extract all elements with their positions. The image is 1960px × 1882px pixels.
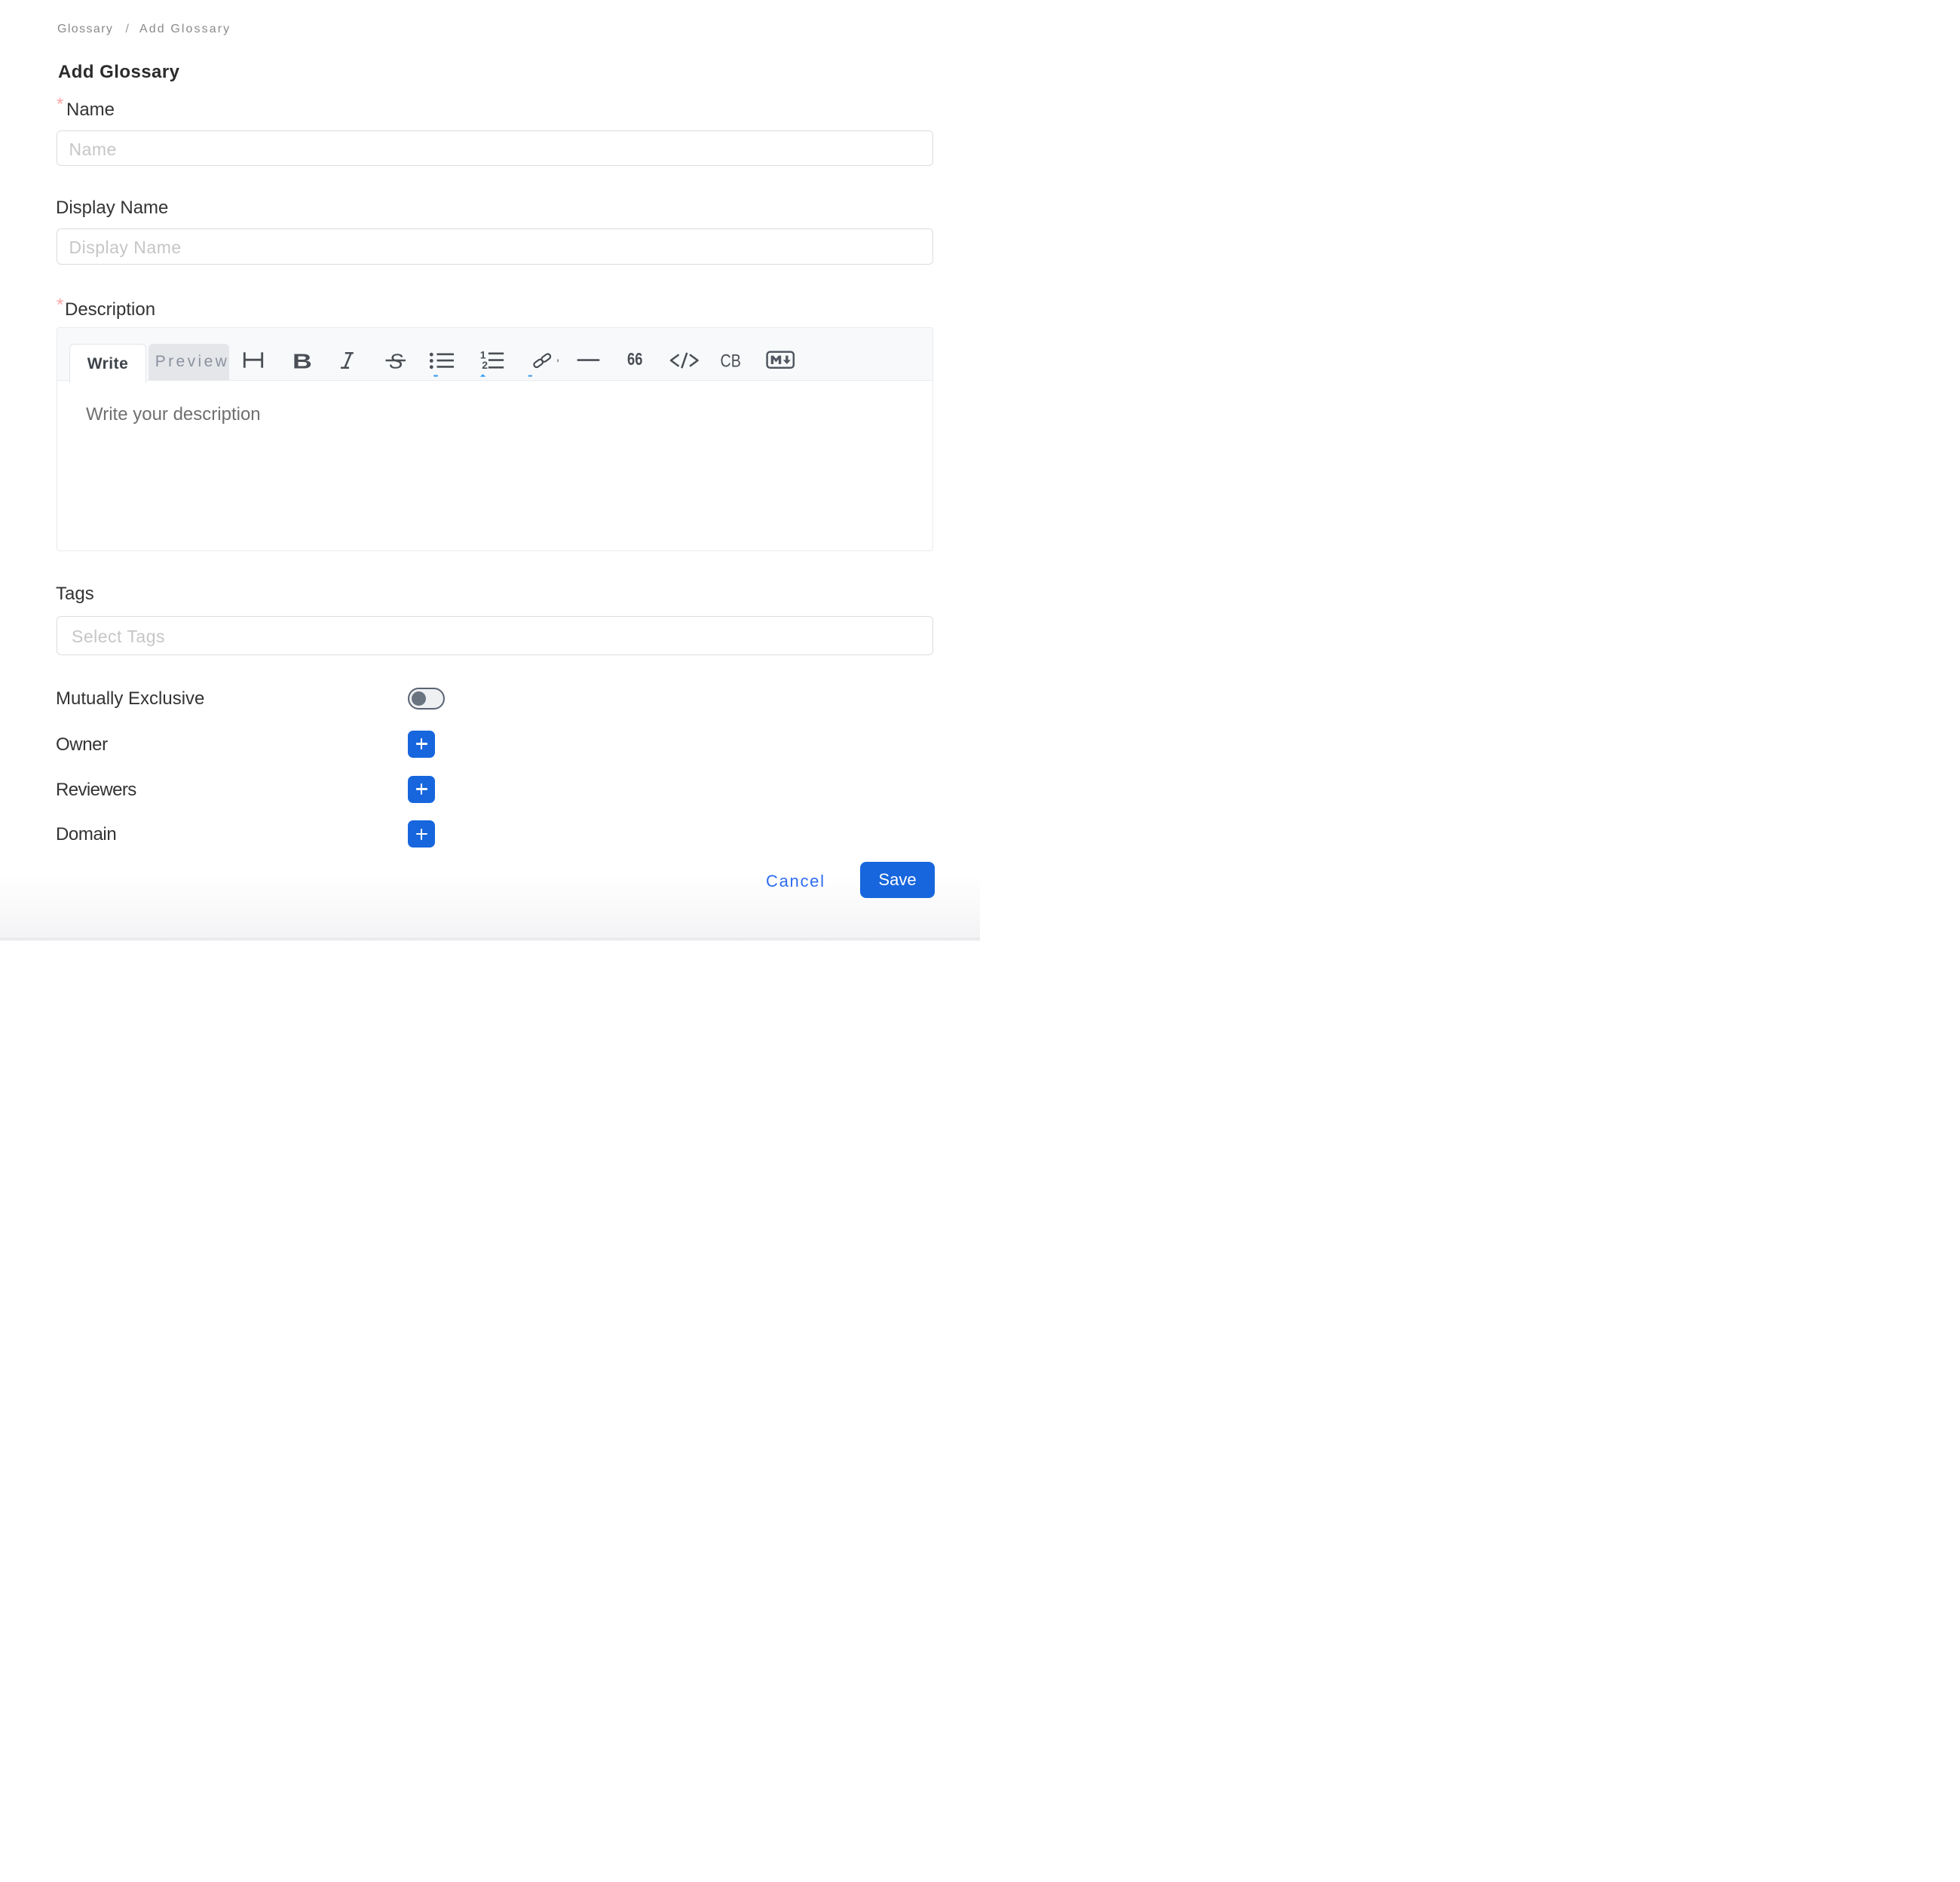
svg-text:S: S [389,349,403,372]
svg-text:B: B [292,349,312,372]
svg-text:2: 2 [482,359,488,371]
svg-text:66: 66 [627,350,642,369]
svg-text:CB: CB [721,351,741,371]
